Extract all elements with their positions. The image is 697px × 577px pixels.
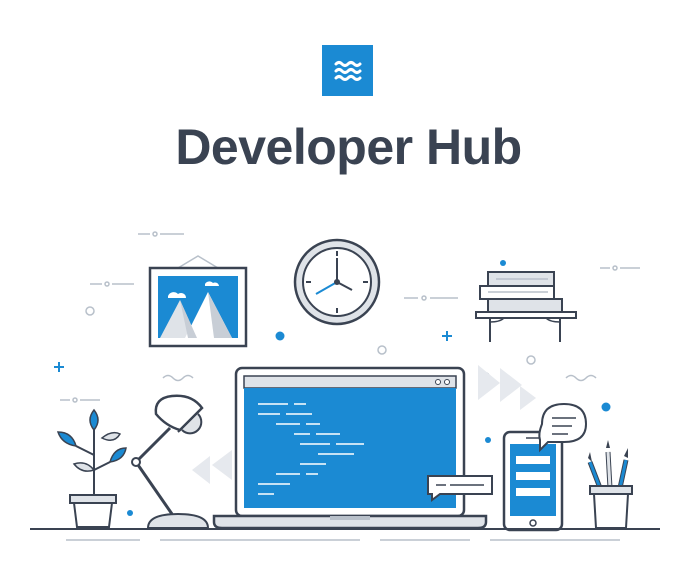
picture-frame-icon xyxy=(148,255,248,348)
shelf-icon xyxy=(475,311,577,342)
developer-workspace-illustration xyxy=(30,231,660,541)
stacked-books-icon xyxy=(479,271,563,313)
plant-icon xyxy=(56,408,127,528)
pencil-cup-icon xyxy=(587,440,633,529)
code-editor-icon xyxy=(244,388,456,508)
smartphone-icon xyxy=(502,402,588,532)
laptop-icon xyxy=(212,366,488,530)
desk-lamp-icon xyxy=(131,394,210,529)
wall-clock-icon xyxy=(293,238,381,326)
